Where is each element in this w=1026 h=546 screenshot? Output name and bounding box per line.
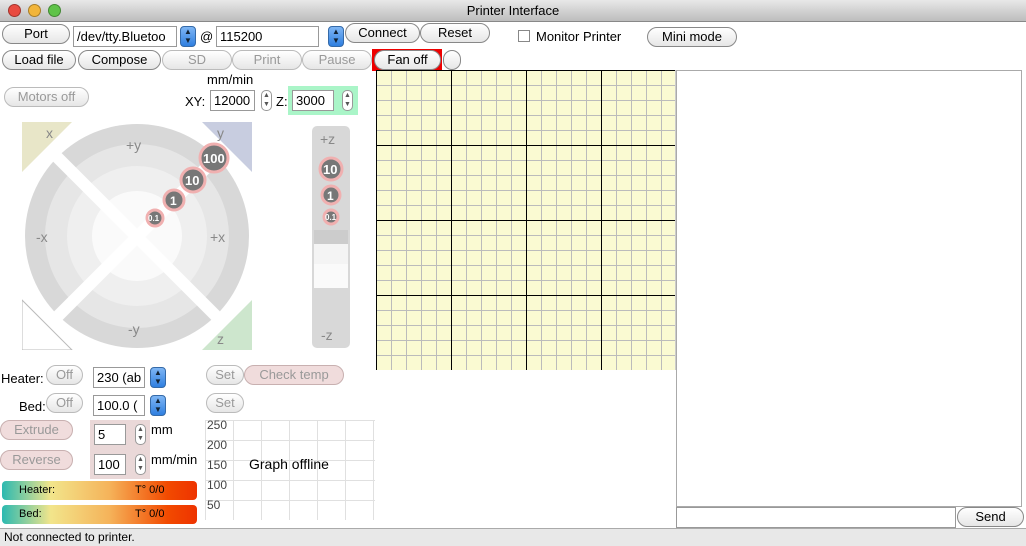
at-label: @ [200, 29, 214, 44]
length-unit-label: mm [151, 422, 173, 437]
graph-tick: 50 [207, 498, 221, 512]
print-preview-grid[interactable] [376, 70, 676, 370]
connect-button[interactable]: Connect [345, 23, 420, 43]
xy-feedrate-spinner[interactable]: ▲ ▼ [261, 90, 272, 111]
jog-minus-y[interactable]: -y [128, 321, 140, 337]
z-feedrate-spinner[interactable]: ▲ ▼ [342, 90, 353, 111]
send-button[interactable]: Send [957, 507, 1024, 527]
compose-button[interactable]: Compose [78, 50, 161, 70]
z-step-1[interactable]: 1 [327, 189, 334, 203]
home-x-text: x [46, 125, 53, 141]
heater-gauge-value: T° 0/0 [135, 484, 165, 496]
extrude-speed-spinner[interactable]: ▲ ▼ [135, 454, 146, 475]
step-1[interactable]: 1 [170, 194, 177, 208]
extrude-speed-input[interactable]: 100 [94, 454, 126, 475]
heater-set-button[interactable]: Set [206, 365, 244, 385]
bed-dropdown-icon[interactable]: ▲ ▼ [150, 395, 166, 416]
speed-unit-label: mm/min [151, 452, 198, 467]
heater-temp-combo[interactable]: 230 (ab [93, 367, 145, 388]
heater-gauge-label: Heater: [19, 484, 56, 496]
console-input[interactable] [676, 507, 956, 528]
port-dropdown-icon[interactable]: ▲ ▼ [180, 26, 196, 47]
step-100[interactable]: 100 [203, 151, 225, 166]
port-combo[interactable]: /dev/tty.Bluetoo [73, 26, 177, 47]
feedrate-units-label: mm/min [207, 72, 254, 87]
load-file-button[interactable]: Load file [2, 50, 76, 70]
bed-temp-combo[interactable]: 100.0 ( [93, 395, 145, 416]
bed-gauge-label: Bed: [19, 508, 42, 520]
bed-gauge: Bed: T° 0/0 [2, 505, 197, 524]
close-icon[interactable] [8, 4, 21, 17]
temperature-graph: 250 200 150 100 50 Graph offline [205, 418, 375, 520]
extrude-button[interactable]: Extrude [0, 420, 73, 440]
port-button[interactable]: Port [2, 24, 70, 44]
sd-button[interactable]: SD [162, 50, 232, 70]
graph-tick: 200 [207, 438, 228, 452]
z-label: Z: [276, 94, 288, 109]
bed-label: Bed: [19, 399, 46, 414]
baud-dropdown-icon[interactable]: ▲ ▼ [328, 26, 344, 47]
zoom-icon[interactable] [48, 4, 61, 17]
graph-tick: 100 [207, 478, 228, 492]
baud-combo[interactable]: 115200 [216, 26, 319, 47]
reverse-button[interactable]: Reverse [0, 450, 73, 470]
check-temp-button[interactable]: Check temp [244, 365, 344, 385]
xy-jog-control[interactable]: x y z +y -y +x -x 100 10 1 0.1 [22, 122, 252, 350]
graph-axis: 250 200 150 100 50 [207, 415, 227, 515]
jog-minus-z[interactable]: -z [321, 327, 333, 343]
fan-off-button[interactable]: Fan off [374, 50, 441, 70]
graph-tick: 250 [207, 418, 228, 432]
step-01[interactable]: 0.1 [148, 214, 160, 223]
jog-plus-z[interactable]: +z [320, 131, 335, 147]
motors-off-button[interactable]: Motors off [4, 87, 89, 107]
heater-dropdown-icon[interactable]: ▲ ▼ [150, 367, 166, 388]
z-step-10[interactable]: 10 [323, 162, 337, 177]
graph-status: Graph offline [249, 456, 329, 472]
xy-label: XY: [185, 94, 206, 109]
jog-minus-x[interactable]: -x [36, 229, 48, 245]
minimize-icon[interactable] [28, 4, 41, 17]
heater-label: Heater: [1, 371, 44, 386]
print-button[interactable]: Print [232, 50, 302, 70]
title-bar: Printer Interface [0, 0, 1026, 22]
jog-plus-x[interactable]: +x [210, 229, 225, 245]
heater-gauge: Heater: T° 0/0 [2, 481, 197, 500]
xy-feedrate-input[interactable]: 12000 [210, 90, 255, 111]
bed-off-button[interactable]: Off [46, 393, 83, 413]
graph-tick: 150 [207, 458, 228, 472]
status-bar: Not connected to printer. [0, 528, 1026, 546]
bed-set-button[interactable]: Set [206, 393, 244, 413]
window-title: Printer Interface [466, 3, 560, 18]
extrude-length-spinner[interactable]: ▲ ▼ [135, 424, 146, 445]
reset-button[interactable]: Reset [420, 23, 490, 43]
heater-off-button[interactable]: Off [46, 365, 83, 385]
z-jog-control[interactable]: +z -z 10 1 0.1 [312, 126, 350, 348]
mini-mode-button[interactable]: Mini mode [647, 27, 737, 47]
extrude-length-input[interactable]: 5 [94, 424, 126, 445]
step-10[interactable]: 10 [185, 173, 199, 188]
pause-button[interactable]: Pause [302, 50, 372, 70]
bed-gauge-value: T° 0/0 [135, 508, 165, 520]
monitor-printer-checkbox[interactable] [518, 30, 530, 42]
monitor-printer-label: Monitor Printer [536, 29, 622, 44]
console-log[interactable] [676, 70, 1022, 507]
z-step-01[interactable]: 0.1 [325, 213, 337, 222]
home-z-text: z [217, 331, 224, 347]
home-y-text: y [217, 125, 224, 141]
z-feedrate-input[interactable]: 3000 [292, 90, 334, 111]
jog-plus-y[interactable]: +y [126, 137, 141, 153]
fan-extra-button[interactable] [443, 50, 461, 70]
